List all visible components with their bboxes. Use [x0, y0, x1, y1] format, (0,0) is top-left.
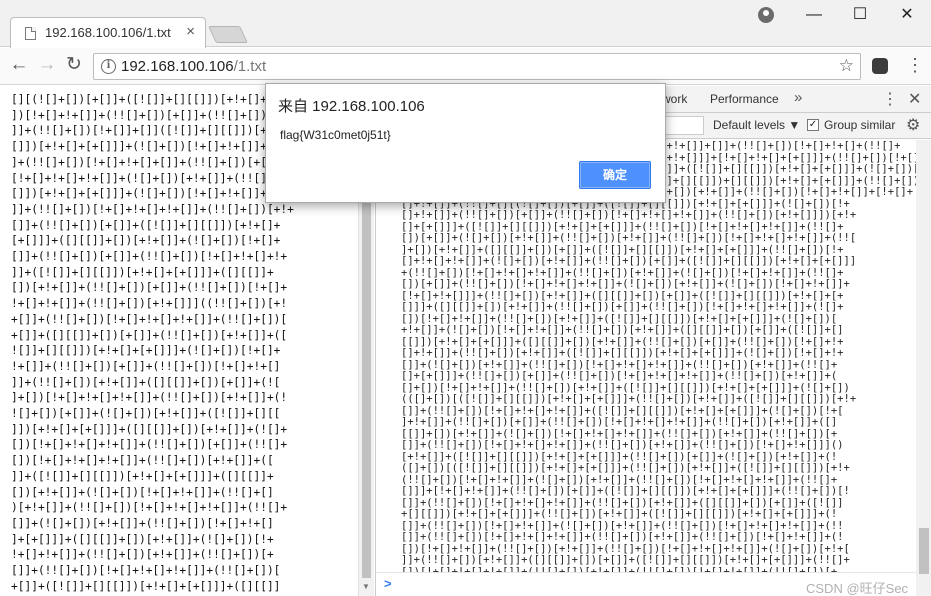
console-scrollbar-thumb[interactable]	[919, 528, 929, 574]
alert-dialog: 来自 192.168.100.106 flag{W31c0met0j51t} 确…	[265, 83, 666, 203]
ok-button[interactable]: 确定	[579, 161, 651, 189]
browser-toolbar: ← → ↻ i 192.168.100.106/1.txt ☆	[0, 48, 931, 85]
settings-gear-icon[interactable]: ⚙	[906, 115, 920, 135]
devtools-close-icon[interactable]: ✕	[908, 89, 921, 109]
document-icon	[25, 27, 36, 40]
group-similar-label: Group similar	[824, 118, 896, 132]
console-prompt-row[interactable]: > CSDN @旺仔Sec	[376, 572, 916, 596]
close-window-button[interactable]: ✕	[884, 6, 930, 24]
reload-icon[interactable]: ↻	[63, 55, 85, 77]
url-text[interactable]: 192.168.100.106/1.txt	[121, 58, 266, 75]
info-icon[interactable]: i	[101, 59, 116, 74]
more-tabs-icon[interactable]: »	[794, 89, 802, 106]
browser-tab[interactable]: 192.168.100.106/1.txt ×	[10, 17, 206, 48]
dialog-title: 来自 192.168.100.106	[278, 98, 425, 115]
new-tab-button[interactable]	[208, 26, 248, 43]
forward-arrow-icon[interactable]: →	[36, 55, 58, 77]
devtools-menu-icon[interactable]: ⋮	[882, 89, 898, 109]
maximize-button[interactable]: ☐	[837, 6, 883, 24]
back-arrow-icon[interactable]: ←	[8, 55, 30, 77]
watermark-text: CSDN @旺仔Sec	[806, 581, 909, 596]
console-prompt-icon: >	[384, 576, 392, 591]
tab-performance[interactable]: Performance	[710, 92, 779, 106]
minimize-button[interactable]: —	[791, 6, 837, 24]
dialog-message: flag{W31c0met0j51t}	[280, 128, 391, 142]
browser-menu-icon[interactable]: ⋮	[906, 56, 924, 74]
txt-file-content: [][(![]+[])[+[]]+([![]]+[][[]])[+!+[]+[ …	[11, 93, 308, 596]
tab-title: 192.168.100.106/1.txt	[45, 25, 171, 40]
url-path: /1.txt	[233, 58, 267, 75]
console-code-text: [!+[]+!+[]]+[]]+(!![]+[])[!+[]+!+[]+(!![…	[401, 140, 916, 572]
extension-icon[interactable]	[872, 58, 888, 74]
log-levels-dropdown[interactable]: Default levels ▼	[713, 118, 800, 132]
scroll-down-arrow-icon[interactable]: ▼	[362, 582, 370, 591]
console-output: [!+[]+!+[]]+[]]+(!![]+[])[!+[]+!+[]+(!![…	[376, 140, 916, 572]
address-bar[interactable]: i 192.168.100.106/1.txt ☆	[93, 53, 861, 80]
bookmark-star-icon[interactable]: ☆	[839, 56, 854, 76]
profile-icon[interactable]	[758, 7, 774, 23]
tab-close-icon[interactable]: ×	[186, 24, 195, 39]
title-bar: 192.168.100.106/1.txt × — ☐ ✕	[0, 0, 931, 48]
group-similar-checkbox[interactable]: ✓	[807, 119, 819, 131]
url-host: 192.168.100.106	[121, 58, 234, 75]
console-scrollbar[interactable]	[916, 140, 931, 596]
